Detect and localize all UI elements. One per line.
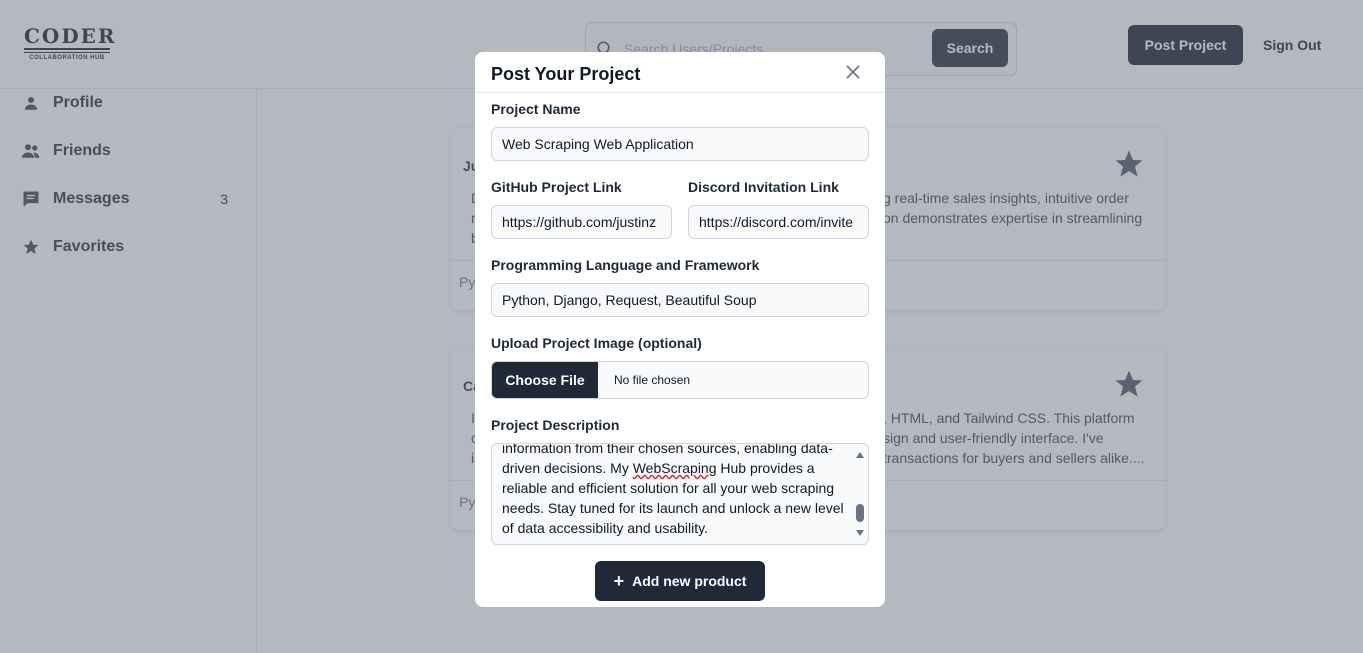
- description-text: information from their chosen sources, e…: [502, 443, 848, 538]
- description-line: needs. Stay tuned for its launch and unl…: [502, 500, 844, 516]
- language-input[interactable]: Python, Django, Request, Beautiful Soup: [491, 283, 869, 317]
- discord-link-input[interactable]: https://discord.com/invite: [688, 205, 869, 239]
- file-upload-field[interactable]: Choose File No file chosen: [491, 361, 869, 399]
- upload-image-label: Upload Project Image (optional): [491, 335, 702, 351]
- add-button-label: Add new product: [632, 573, 747, 589]
- choose-file-button[interactable]: Choose File: [492, 362, 598, 398]
- description-line: information from their chosen sources, e…: [502, 443, 833, 456]
- description-label: Project Description: [491, 417, 620, 433]
- file-status-text: No file chosen: [614, 373, 691, 387]
- description-fragment: Hub provides a: [716, 460, 815, 476]
- description-textarea[interactable]: information from their chosen sources, e…: [491, 443, 869, 545]
- modal-divider: [475, 92, 885, 93]
- discord-link-label: Discord Invitation Link: [688, 179, 839, 195]
- project-name-input[interactable]: Web Scraping Web Application: [491, 127, 869, 161]
- close-icon[interactable]: [843, 62, 863, 82]
- textarea-scrollbar[interactable]: [852, 444, 868, 544]
- spellcheck-word: WebScraping: [632, 460, 717, 476]
- description-fragment: driven decisions. My: [502, 460, 633, 476]
- language-label: Programming Language and Framework: [491, 257, 760, 273]
- description-line: of data accessibility and usability.: [502, 520, 708, 536]
- modal-title: Post Your Project: [491, 64, 641, 84]
- scroll-up-arrow-icon[interactable]: [856, 452, 864, 458]
- post-project-modal: Post Your Project Project Name Web Scrap…: [475, 52, 885, 607]
- plus-icon: +: [613, 571, 625, 591]
- scroll-down-arrow-icon[interactable]: [856, 530, 864, 536]
- github-link-label: GitHub Project Link: [491, 179, 622, 195]
- scrollbar-thumb[interactable]: [856, 504, 864, 522]
- github-link-input[interactable]: https://github.com/justinz: [491, 205, 672, 239]
- description-line: driven decisions. My WebScraping Hub pro…: [502, 458, 848, 478]
- description-line: reliable and efficient solution for all …: [502, 480, 835, 496]
- project-name-label: Project Name: [491, 101, 581, 117]
- add-new-product-button[interactable]: + Add new product: [595, 561, 765, 601]
